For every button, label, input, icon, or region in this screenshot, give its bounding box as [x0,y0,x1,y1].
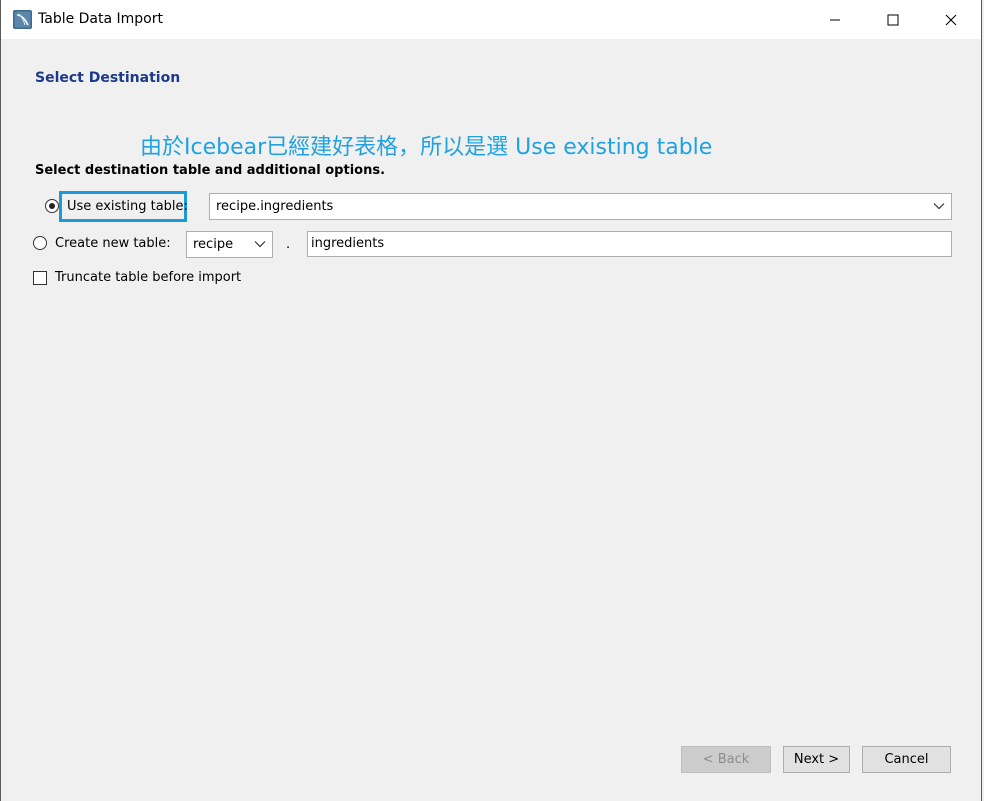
window-title: Table Data Import [38,11,163,27]
chevron-down-icon [933,203,945,210]
create-new-table-radio[interactable] [33,236,47,250]
use-existing-table-label[interactable]: Use existing table: [67,199,188,214]
back-button[interactable]: < Back [681,746,771,773]
schema-value: recipe [193,237,234,252]
new-table-name-input[interactable]: ingredients [307,231,952,257]
create-new-table-label[interactable]: Create new table: [55,236,171,251]
mysql-workbench-app-icon [13,10,32,29]
existing-table-value: recipe.ingredients [216,199,334,214]
maximize-button[interactable] [864,0,922,39]
title-bar: Table Data Import [1,0,981,39]
schema-select[interactable]: recipe [186,231,273,258]
use-existing-table-radio[interactable] [45,199,59,213]
page-heading: Select Destination [35,70,181,86]
next-button[interactable]: Next > [783,746,850,773]
truncate-table-label[interactable]: Truncate table before import [55,270,241,285]
section-label: Select destination table and additional … [35,163,386,178]
annotation-text: 由於Icebear已經建好表格，所以是選 Use existing table [140,135,713,160]
maximize-icon [887,14,899,25]
dialog-window: Table Data Import Select Destination 由於I… [0,0,982,801]
minimize-button[interactable] [806,0,864,39]
existing-table-select[interactable]: recipe.ingredients [209,193,952,220]
close-icon [945,14,957,25]
new-table-name-value: ingredients [311,236,385,251]
truncate-table-checkbox[interactable] [33,271,47,285]
schema-table-separator: . [286,237,291,252]
chevron-down-icon [254,241,266,248]
close-button[interactable] [922,0,980,39]
minimize-icon [830,19,840,20]
cancel-button[interactable]: Cancel [862,746,951,773]
